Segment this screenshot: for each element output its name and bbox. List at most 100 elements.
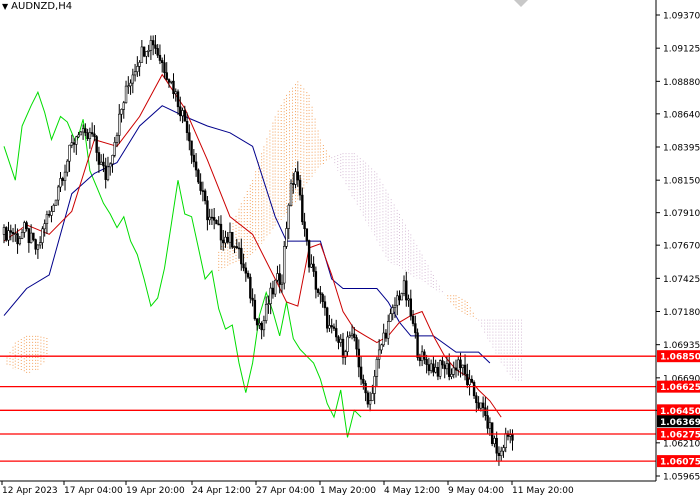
candle-body bbox=[25, 222, 28, 229]
candle-body bbox=[375, 358, 379, 377]
candle-body bbox=[350, 333, 354, 336]
candle-body bbox=[285, 228, 288, 247]
x-tick-label: 9 May 04:00 bbox=[448, 486, 504, 496]
candle-body bbox=[368, 400, 372, 405]
candle-body bbox=[154, 44, 157, 49]
candle-body bbox=[133, 71, 137, 76]
candle-body bbox=[396, 295, 399, 306]
candle-body bbox=[488, 422, 492, 429]
candle-body bbox=[188, 132, 191, 142]
candle-body bbox=[27, 228, 31, 244]
candle-body bbox=[436, 367, 440, 377]
candle-body bbox=[75, 136, 78, 145]
candle-body bbox=[43, 223, 46, 230]
candle-body bbox=[161, 60, 164, 64]
candle-body bbox=[366, 392, 370, 405]
candle-body bbox=[335, 328, 338, 338]
candle-body bbox=[251, 297, 254, 301]
candle-body bbox=[90, 132, 94, 135]
candle-body bbox=[314, 271, 318, 290]
candle-body bbox=[199, 181, 202, 191]
candle-body bbox=[341, 338, 345, 358]
candle-body bbox=[323, 301, 327, 309]
candle-body bbox=[41, 228, 44, 243]
level-price-label: 1.06850 bbox=[660, 353, 700, 363]
candle-body bbox=[68, 144, 71, 162]
x-tick-label: 27 Apr 04:00 bbox=[256, 486, 315, 496]
candle-body bbox=[321, 294, 324, 303]
candle-body bbox=[484, 407, 487, 416]
candle-body bbox=[353, 333, 356, 338]
candle-body bbox=[310, 263, 313, 268]
candle-body bbox=[511, 434, 514, 441]
candle-body bbox=[174, 91, 177, 95]
candle-body bbox=[262, 320, 266, 331]
y-tick-label: 1.07670 bbox=[663, 242, 700, 252]
candle-body bbox=[79, 131, 83, 136]
candle-body bbox=[29, 232, 33, 244]
candle-body bbox=[109, 163, 112, 168]
candle-body bbox=[63, 171, 67, 181]
x-tick-label: 17 Apr 04:00 bbox=[64, 486, 123, 496]
price-chart[interactable]: 1.09370 1.09125 1.08880 1.08640 1.08395 1.081… bbox=[0, 0, 700, 500]
symbol-label: AUDNZD,H4 bbox=[11, 1, 73, 12]
candle-body bbox=[443, 364, 446, 370]
candle-body bbox=[124, 85, 128, 104]
candle-body bbox=[59, 178, 62, 188]
candle-body bbox=[280, 282, 284, 285]
candle-body bbox=[57, 186, 60, 201]
candle-body bbox=[346, 336, 349, 352]
candle-body bbox=[23, 222, 26, 233]
candle-body bbox=[416, 332, 419, 358]
y-tick-label: 1.07910 bbox=[663, 209, 700, 219]
candle-body bbox=[212, 217, 216, 221]
chart-area[interactable]: 1.09370 1.09125 1.08880 1.08640 1.08395 1.081… bbox=[0, 0, 700, 500]
candle-body bbox=[183, 110, 186, 122]
candle-body bbox=[138, 62, 141, 67]
candle-body bbox=[398, 295, 401, 301]
candle-body bbox=[104, 165, 107, 180]
candle-body bbox=[292, 183, 295, 185]
candle-body bbox=[445, 363, 449, 370]
candle-body bbox=[364, 383, 367, 394]
candle-body bbox=[167, 79, 171, 83]
candle-body bbox=[2, 227, 6, 235]
candle-body bbox=[106, 166, 110, 180]
y-tick-label: 1.06210 bbox=[663, 439, 700, 449]
candle-body bbox=[61, 178, 64, 181]
triangle-down-icon[interactable]: ▼ bbox=[2, 2, 8, 11]
candle-body bbox=[504, 433, 507, 448]
candle-body bbox=[255, 318, 259, 326]
candle-body bbox=[86, 132, 89, 139]
candle-body bbox=[97, 152, 101, 165]
time-axis[interactable]: 12 Apr 2023 17 Apr 04:00 19 Apr 20:00 24 Ap… bbox=[1, 481, 574, 496]
candle-body bbox=[273, 279, 277, 295]
candle-body bbox=[319, 292, 322, 295]
candle-body bbox=[298, 179, 302, 196]
candle-body bbox=[81, 128, 85, 133]
candle-body bbox=[427, 364, 431, 371]
candle-body bbox=[9, 230, 12, 233]
candle-body bbox=[486, 415, 489, 429]
candle-body bbox=[165, 72, 168, 80]
symbol-title[interactable]: ▼ AUDNZD,H4 bbox=[2, 1, 72, 12]
candle-body bbox=[240, 247, 243, 265]
candle-body bbox=[463, 364, 467, 375]
candle-body bbox=[459, 359, 462, 369]
candle-body bbox=[190, 140, 193, 156]
candle-body bbox=[325, 307, 329, 329]
candle-body bbox=[475, 395, 478, 404]
candle-body bbox=[414, 323, 417, 334]
candle-body bbox=[400, 293, 403, 301]
candle-body bbox=[409, 298, 412, 317]
candle-body bbox=[20, 232, 24, 239]
candle-body bbox=[249, 276, 252, 299]
candle-body bbox=[156, 48, 159, 56]
candle-body bbox=[287, 204, 290, 229]
candle-body bbox=[448, 363, 451, 377]
candle-body bbox=[393, 304, 397, 308]
candle-body bbox=[77, 134, 80, 138]
candle-body bbox=[181, 110, 184, 117]
candle-body bbox=[481, 402, 485, 409]
scroll-marker-icon bbox=[514, 0, 528, 7]
